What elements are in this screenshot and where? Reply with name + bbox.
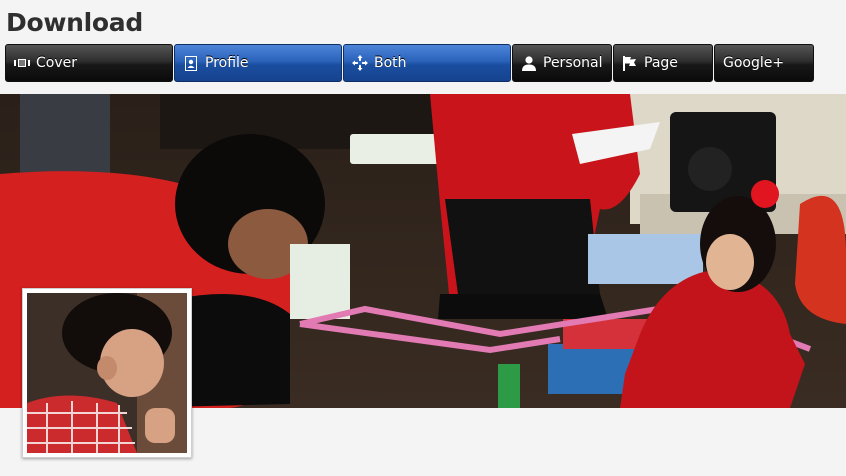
personal-button-label: Personal (543, 55, 603, 71)
cover-button-label: Cover (36, 55, 77, 71)
page: Download Cover Profile Both Personal Pag… (0, 0, 846, 476)
google-plus-button-label: Google+ (723, 55, 785, 71)
profile-button[interactable]: Profile (174, 44, 342, 82)
flag-icon (622, 55, 638, 71)
move-icon (352, 55, 368, 71)
cover-button[interactable]: Cover (5, 44, 173, 82)
person-icon (521, 55, 537, 71)
both-button-label: Both (374, 55, 407, 71)
profile-picture[interactable] (22, 288, 192, 458)
page-button-label: Page (644, 55, 678, 71)
profile-button-label: Profile (205, 55, 249, 71)
profile-icon (183, 55, 199, 71)
both-button[interactable]: Both (343, 44, 511, 82)
google-plus-button[interactable]: Google+ (714, 44, 814, 82)
cover-icon (14, 55, 30, 71)
toolbar: Cover Profile Both Personal Page Google+ (5, 44, 815, 82)
profile-photo (27, 293, 187, 453)
page-button[interactable]: Page (613, 44, 713, 82)
personal-button[interactable]: Personal (512, 44, 612, 82)
page-title: Download (6, 8, 143, 37)
